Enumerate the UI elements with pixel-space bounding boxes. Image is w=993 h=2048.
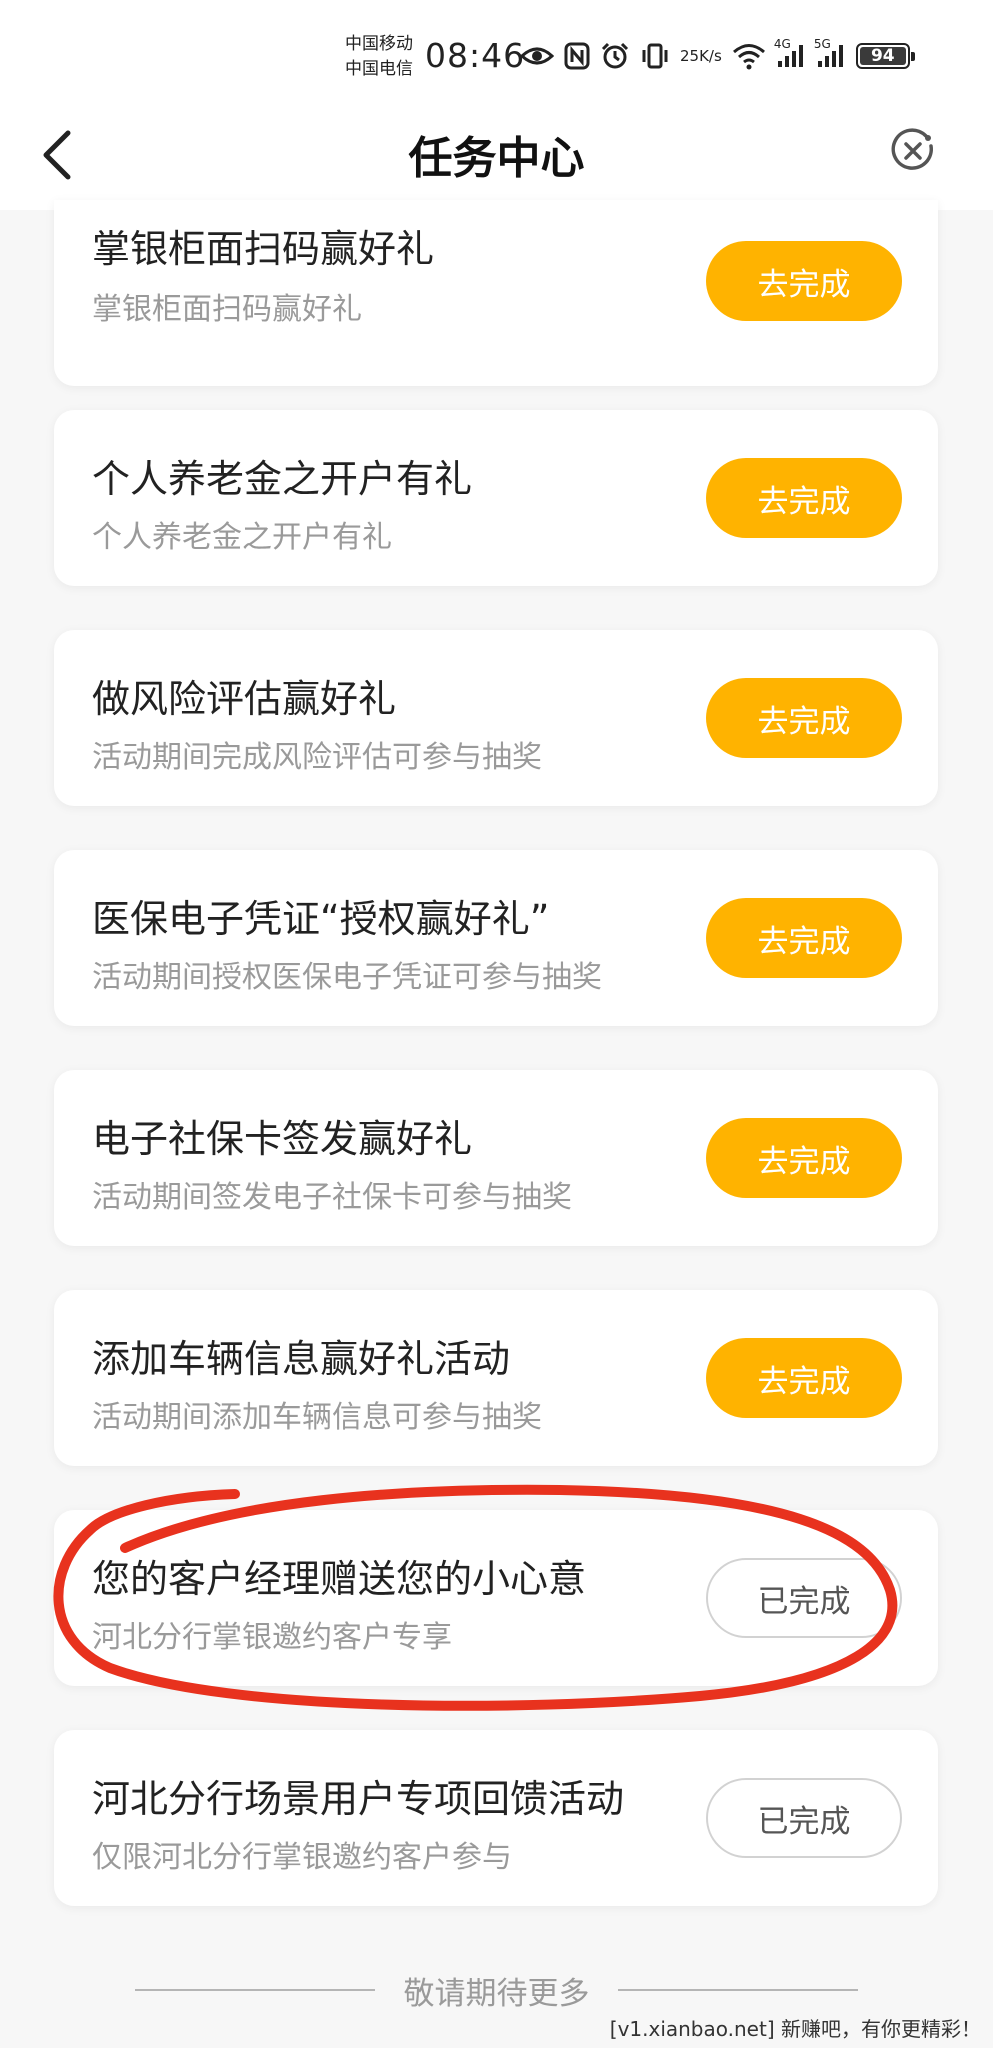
task-subtitle: 活动期间完成风险评估可参与抽奖 [92,740,542,775]
task-subtitle: 活动期间签发电子社保卡可参与抽奖 [92,1180,572,1215]
eye-icon [520,44,554,68]
task-title: 电子社保卡签发赢好礼 [92,1117,473,1161]
list-footer: 敬请期待更多 [0,1960,993,2020]
network-speed: 25 K/s [680,47,722,65]
task-card: 医保电子凭证“授权赢好礼” 活动期间授权医保电子凭证可参与抽奖 去完成 [54,850,938,1026]
task-card: 个人养老金之开户有礼 个人养老金之开户有礼 去完成 [54,410,938,586]
task-card: 添加车辆信息赢好礼活动 活动期间添加车辆信息可参与抽奖 去完成 [54,1290,938,1466]
task-title: 添加车辆信息赢好礼活动 [92,1337,511,1381]
task-title: 个人养老金之开户有礼 [92,457,473,501]
nav-bar: 任务中心 [0,110,993,210]
task-card: 电子社保卡签发赢好礼 活动期间签发电子社保卡可参与抽奖 去完成 [54,1070,938,1246]
task-completed-button[interactable]: 已完成 [706,1558,902,1638]
task-title: 医保电子凭证“授权赢好礼” [92,897,550,941]
complete-task-button[interactable]: 去完成 [706,898,902,978]
task-subtitle: 活动期间添加车辆信息可参与抽奖 [92,1400,542,1435]
complete-task-button[interactable]: 去完成 [706,1338,902,1418]
task-completed-button[interactable]: 已完成 [706,1778,902,1858]
task-subtitle: 活动期间授权医保电子凭证可参与抽奖 [92,960,602,995]
carrier-labels: 中国移动 中国电信 [345,32,413,82]
complete-task-button[interactable]: 去完成 [706,241,902,321]
task-card: 做风险评估赢好礼 活动期间完成风险评估可参与抽奖 去完成 [54,630,938,806]
task-subtitle: 个人养老金之开户有礼 [92,520,392,555]
status-icons: 25 K/s 4G 5G 94 [520,36,915,76]
task-subtitle: 掌银柜面扫码赢好礼 [92,292,362,327]
signal-1-icon: 4G [774,37,806,69]
task-title: 掌银柜面扫码赢好礼 [92,227,435,271]
status-bar: 中国移动 中国电信 08:46 25 K/s 4G 5G 94 [0,0,993,110]
task-title: 您的客户经理赠送您的小心意 [92,1557,587,1601]
watermark: [v1.xianbao.net] 新赚吧，有你更精彩！ [609,2017,981,2041]
complete-task-button[interactable]: 去完成 [706,458,902,538]
task-card: 河北分行场景用户专项回馈活动 仅限河北分行掌银邀约客户参与 已完成 [54,1730,938,1906]
status-time: 08:46 [425,36,526,75]
task-card: 掌银柜面扫码赢好礼 掌银柜面扫码赢好礼 去完成 [54,200,938,386]
carrier-2: 中国电信 [345,59,413,79]
task-subtitle: 河北分行掌银邀约客户专享 [92,1620,452,1655]
wifi-icon [732,42,766,70]
task-title: 做风险评估赢好礼 [92,677,397,721]
task-card: 您的客户经理赠送您的小心意 河北分行掌银邀约客户专享 已完成 [54,1510,938,1686]
footer-divider-right [618,1989,858,1991]
alarm-icon [600,41,630,71]
battery-icon: 94 [855,43,915,69]
page-title: 任务中心 [408,133,585,184]
signal-2-icon: 5G [814,37,846,69]
vibrate-icon [640,41,670,71]
nfc-icon [564,42,590,70]
close-circle-icon [891,128,933,170]
task-title: 河北分行场景用户专项回馈活动 [92,1777,625,1821]
close-button[interactable] [888,126,938,176]
complete-task-button[interactable]: 去完成 [706,678,902,758]
carrier-1: 中国移动 [345,34,413,54]
complete-task-button[interactable]: 去完成 [706,1118,902,1198]
task-subtitle: 仅限河北分行掌银邀约客户参与 [92,1840,512,1875]
